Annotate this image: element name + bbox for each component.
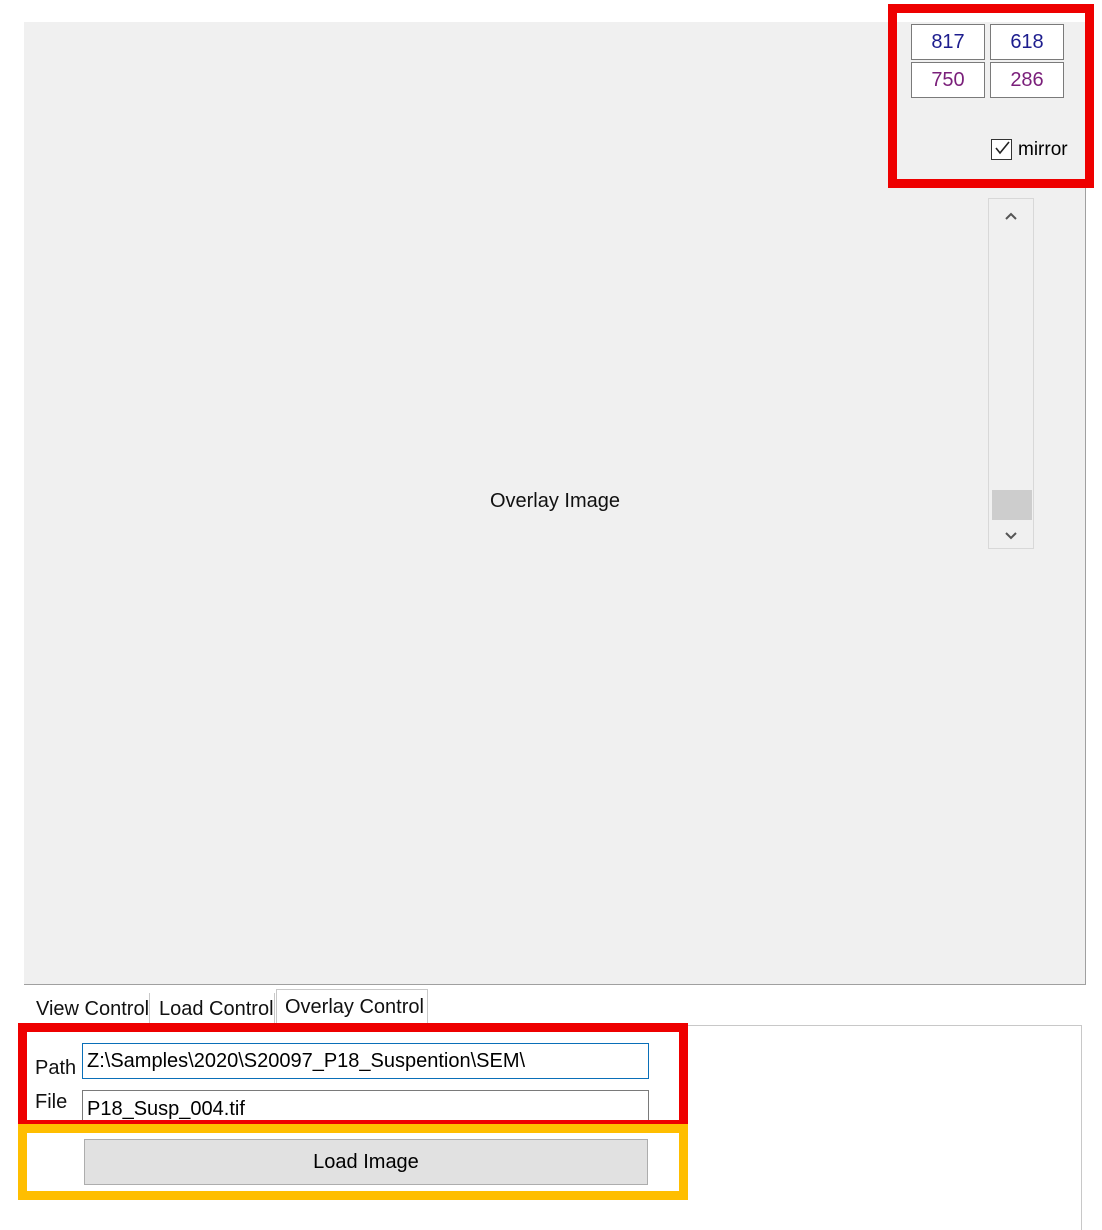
tab-overlay-control[interactable]: Overlay Control: [276, 989, 428, 1026]
tab-load-control[interactable]: Load Control: [151, 993, 275, 1025]
chevron-down-icon[interactable]: [1000, 525, 1022, 547]
chevron-up-icon[interactable]: [1000, 205, 1022, 227]
highlight-box-path-file: [18, 1023, 688, 1129]
highlight-box-load-button: [18, 1124, 688, 1200]
tab-view-control[interactable]: View Control: [28, 993, 150, 1025]
highlight-box-coords: [888, 4, 1094, 188]
scrollbar-thumb[interactable]: [992, 490, 1032, 520]
overlay-image-label: Overlay Image: [489, 490, 621, 512]
